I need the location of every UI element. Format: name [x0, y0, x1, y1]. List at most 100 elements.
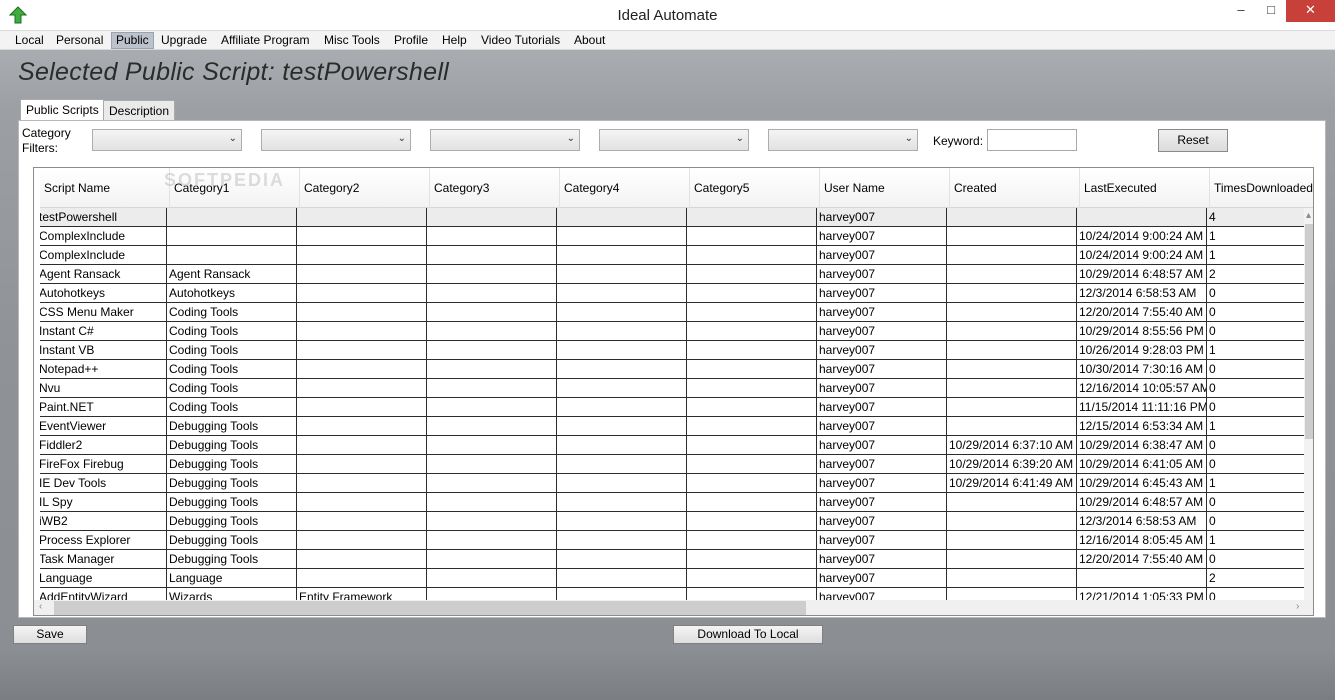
menu-misc-tools[interactable]: Misc Tools — [320, 32, 384, 49]
table-row[interactable]: Instant C# Coding Tools harvey007 10/29/201… — [40, 322, 1313, 341]
table-cell — [687, 246, 817, 264]
category-filter-4[interactable]: ⌄ — [599, 129, 749, 151]
table-cell: 10/30/2014 7:30:16 AM — [1077, 360, 1207, 378]
table-row[interactable]: Language Language harvey007 2 — [40, 569, 1313, 588]
table-row[interactable]: Nvu Coding Tools harvey007 12/16/2014 10:05… — [40, 379, 1313, 398]
table-cell — [427, 398, 557, 416]
table-cell — [687, 512, 817, 530]
table-cell — [297, 493, 427, 511]
tab-description[interactable]: Description — [103, 100, 176, 122]
horizontal-scroll-thumb[interactable] — [54, 601, 806, 615]
table-cell: 12/20/2014 7:55:40 AM — [1077, 303, 1207, 321]
table-cell: Debugging Tools — [167, 417, 297, 435]
column-header-category2[interactable]: Category2 — [300, 168, 430, 208]
menu-public[interactable]: Public — [111, 32, 154, 49]
table-row[interactable]: IL Spy Debugging Tools harvey007 10/29/2014… — [40, 493, 1313, 512]
table-cell: 0 — [1207, 360, 1313, 378]
table-cell: 10/29/2014 6:41:49 AM — [947, 474, 1077, 492]
category-filter-3[interactable]: ⌄ — [430, 129, 580, 151]
menu-profile[interactable]: Profile — [390, 32, 432, 49]
menu-video-tutorials[interactable]: Video Tutorials — [477, 32, 564, 49]
column-header-script-name[interactable]: Script Name — [40, 168, 170, 208]
table-cell — [427, 417, 557, 435]
category-filter-5[interactable]: ⌄ — [768, 129, 918, 151]
column-header-category4[interactable]: Category4 — [560, 168, 690, 208]
scroll-left-icon[interactable]: ‹ — [39, 601, 42, 612]
table-cell: Notepad++ — [40, 360, 167, 378]
column-header-category3[interactable]: Category3 — [430, 168, 560, 208]
menu-affiliate-program[interactable]: Affiliate Program — [217, 32, 313, 49]
table-cell — [687, 550, 817, 568]
table-cell: IL Spy — [40, 493, 167, 511]
table-cell: 0 — [1207, 303, 1313, 321]
category-filter-1[interactable]: ⌄ — [92, 129, 242, 151]
table-row[interactable]: Process Explorer Debugging Tools harvey007… — [40, 531, 1313, 550]
reset-button[interactable]: Reset — [1158, 129, 1228, 152]
scroll-up-icon[interactable]: ▴ — [1306, 210, 1311, 221]
table-row[interactable]: testPowershell harvey007 4 — [40, 208, 1313, 227]
table-cell: harvey007 — [817, 436, 947, 454]
download-to-local-button[interactable]: Download To Local — [673, 625, 823, 644]
column-header-timesdownloaded[interactable]: TimesDownloaded — [1210, 168, 1313, 208]
table-row[interactable]: Agent Ransack Agent Ransack harvey007 10/29… — [40, 265, 1313, 284]
table-cell: Paint.NET — [40, 398, 167, 416]
table-cell — [947, 512, 1077, 530]
column-header-user-name[interactable]: User Name — [820, 168, 950, 208]
table-cell — [557, 455, 687, 473]
table-cell — [297, 436, 427, 454]
table-cell: ComplexInclude — [40, 227, 167, 245]
table-row[interactable]: EventViewer Debugging Tools harvey007 12/15… — [40, 417, 1313, 436]
table-row[interactable]: CSS Menu Maker Coding Tools harvey007 12/20… — [40, 303, 1313, 322]
table-cell — [557, 474, 687, 492]
menu-personal[interactable]: Personal — [52, 32, 107, 49]
menu-local[interactable]: Local — [11, 32, 48, 49]
table-row[interactable]: ComplexInclude harvey007 10/24/2014 9:00:2… — [40, 227, 1313, 246]
table-cell: harvey007 — [817, 379, 947, 397]
table-cell — [427, 379, 557, 397]
vertical-scroll-thumb[interactable] — [1305, 224, 1313, 439]
title-bar: Ideal Automate – □ ✕ — [0, 0, 1335, 31]
chevron-down-icon: ⌄ — [735, 133, 744, 144]
table-row[interactable]: IE Dev Tools Debugging Tools harvey007 10/2… — [40, 474, 1313, 493]
table-cell: AddEntityWizard — [40, 588, 167, 600]
scroll-right-icon[interactable]: › — [1296, 601, 1299, 612]
keyword-input[interactable] — [987, 129, 1077, 151]
table-cell: harvey007 — [817, 227, 947, 245]
table-row[interactable]: Autohotkeys Autohotkeys harvey007 12/3/2014… — [40, 284, 1313, 303]
column-header-category5[interactable]: Category5 — [690, 168, 820, 208]
table-cell — [947, 398, 1077, 416]
category-filter-2[interactable]: ⌄ — [261, 129, 411, 151]
table-cell — [947, 550, 1077, 568]
maximize-button[interactable]: □ — [1256, 0, 1286, 22]
table-cell — [687, 227, 817, 245]
table-row[interactable]: Fiddler2 Debugging Tools harvey007 10/29/20… — [40, 436, 1313, 455]
save-button[interactable]: Save — [13, 625, 87, 644]
table-row[interactable]: AddEntityWizard Wizards Entity Framework ha… — [40, 588, 1313, 600]
table-row[interactable]: Paint.NET Coding Tools harvey007 11/15/2014… — [40, 398, 1313, 417]
table-cell — [297, 455, 427, 473]
column-header-lastexecuted[interactable]: LastExecuted — [1080, 168, 1210, 208]
table-cell — [427, 550, 557, 568]
table-cell — [557, 398, 687, 416]
table-cell — [427, 341, 557, 359]
table-row[interactable]: iWB2 Debugging Tools harvey007 12/3/2014 6:… — [40, 512, 1313, 531]
table-row[interactable]: Notepad++ Coding Tools harvey007 10/30/2014… — [40, 360, 1313, 379]
table-cell: Coding Tools — [167, 398, 297, 416]
table-row[interactable]: ComplexInclude harvey007 10/24/2014 9:00:2… — [40, 246, 1313, 265]
minimize-button[interactable]: – — [1226, 0, 1256, 22]
menu-upgrade[interactable]: Upgrade — [157, 32, 211, 49]
menu-help[interactable]: Help — [438, 32, 471, 49]
table-row[interactable]: Instant VB Coding Tools harvey007 10/26/201… — [40, 341, 1313, 360]
table-row[interactable]: FireFox Firebug Debugging Tools harvey007 1… — [40, 455, 1313, 474]
column-header-created[interactable]: Created — [950, 168, 1080, 208]
table-cell — [297, 284, 427, 302]
table-cell — [297, 569, 427, 587]
menu-about[interactable]: About — [570, 32, 609, 49]
close-button[interactable]: ✕ — [1286, 0, 1335, 22]
tab-public-scripts[interactable]: Public Scripts — [20, 99, 105, 122]
table-cell: Coding Tools — [167, 341, 297, 359]
table-row[interactable]: Task Manager Debugging Tools harvey007 12/2… — [40, 550, 1313, 569]
table-cell: 1 — [1207, 531, 1313, 549]
table-cell — [557, 341, 687, 359]
table-cell — [947, 531, 1077, 549]
